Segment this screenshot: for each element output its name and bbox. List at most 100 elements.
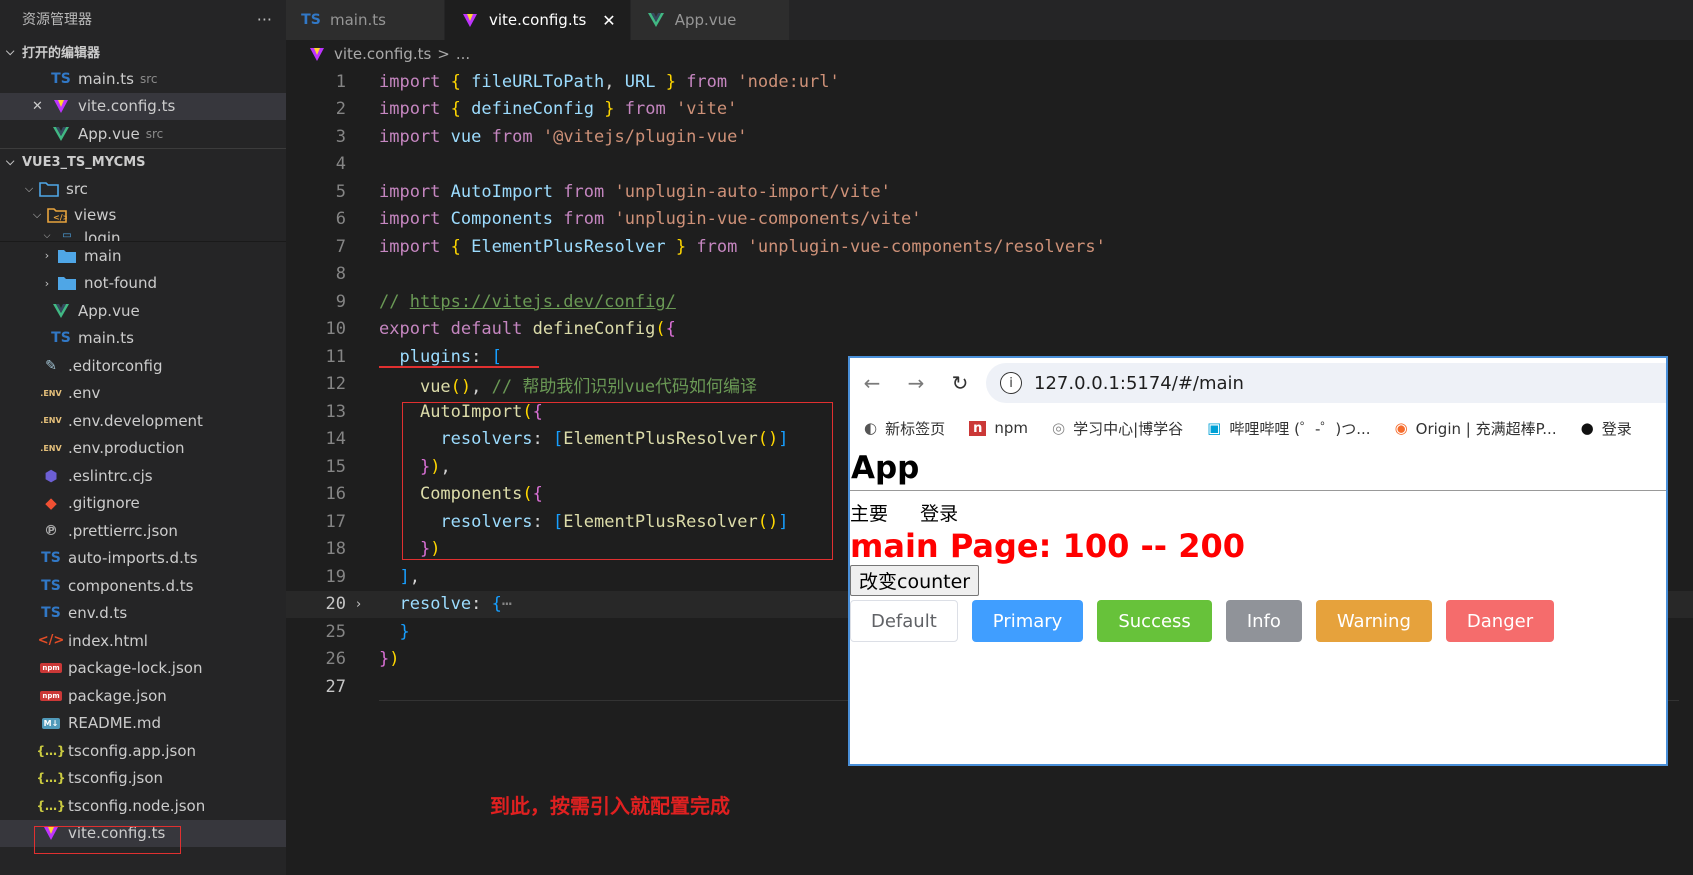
bookmark-item[interactable]: ◎ 学习中心|博学谷 xyxy=(1052,418,1183,439)
project-header[interactable]: ⌵ VUE3_TS_MYCMS xyxy=(0,149,286,176)
tree-file-env[interactable]: .ENV .env xyxy=(0,380,286,408)
tree-file-readme[interactable]: M↓ README.md xyxy=(0,710,286,738)
project-title: VUE3_TS_MYCMS xyxy=(22,154,146,170)
line-number: 19 xyxy=(325,566,346,587)
open-editor-hint: src xyxy=(145,126,164,141)
tree-file-auto-imports[interactable]: TS auto-imports.d.ts xyxy=(0,545,286,573)
vue-file-icon xyxy=(50,126,72,141)
address-bar[interactable]: i 127.0.0.1:5174/#/main xyxy=(986,363,1666,403)
open-editor-label: App.vue xyxy=(78,124,140,143)
success-button[interactable]: Success xyxy=(1097,600,1212,642)
info-button[interactable]: Info xyxy=(1225,600,1302,642)
tree-folder-src[interactable]: ⌵ src xyxy=(0,176,286,204)
tree-file-tsconfig-node[interactable]: {…} tsconfig.node.json xyxy=(0,792,286,820)
code-text: resolve: {⋯ xyxy=(399,594,513,615)
danger-button[interactable]: Danger xyxy=(1445,600,1555,642)
change-counter-button[interactable]: 改变counter xyxy=(850,565,980,596)
tree-file-editorconfig[interactable]: ✎ .editorconfig xyxy=(0,352,286,380)
open-editor-label: vite.config.ts xyxy=(78,97,176,116)
line-number: 2 xyxy=(335,99,346,120)
tree-folder-login[interactable]: ⌵ ▭ login xyxy=(0,227,286,241)
bookmark-label: 学习中心|博学谷 xyxy=(1073,419,1184,438)
tree-file-tsconfig[interactable]: {…} tsconfig.json xyxy=(0,765,286,793)
tree-file-package-lock[interactable]: npm package-lock.json xyxy=(0,655,286,683)
tree-label: .env.development xyxy=(68,411,203,430)
router-nav: 主要 登录 xyxy=(850,499,1666,527)
code-text: export default defineConfig({ xyxy=(379,319,676,340)
code-text: import { defineConfig } from 'vite' xyxy=(379,99,738,120)
page-content: App 主要 登录 main Page: 100 -- 200 改变counte… xyxy=(850,448,1666,642)
forward-arrow-icon[interactable]: → xyxy=(894,371,938,395)
chevron-right-icon[interactable]: › xyxy=(356,597,361,612)
tree-file-components-d[interactable]: TS components.d.ts xyxy=(0,572,286,600)
tree-file-app-vue[interactable]: App.vue xyxy=(0,297,286,325)
close-icon[interactable]: ✕ xyxy=(32,99,50,114)
tree-label: src xyxy=(66,180,88,199)
vite-file-icon xyxy=(459,12,481,28)
default-button[interactable]: Default xyxy=(850,600,958,642)
bookmark-item[interactable]: ● 登录 xyxy=(1581,418,1632,439)
typescript-file-icon: TS xyxy=(51,70,71,87)
bookmark-item[interactable]: ▣ 哔哩哔哩 (゜-゜)つ... xyxy=(1207,418,1370,439)
typescript-file-icon: TS xyxy=(51,330,71,347)
tab-vite-config[interactable]: vite.config.ts ✕ xyxy=(445,0,631,40)
nav-link-main[interactable]: 主要 xyxy=(850,503,888,525)
line-number: 3 xyxy=(335,126,346,147)
tree-file-gitignore[interactable]: ◆ .gitignore xyxy=(0,490,286,518)
code-text: import AutoImport from 'unplugin-auto-im… xyxy=(379,181,891,202)
open-editors-header[interactable]: ⌵ 打开的编辑器 xyxy=(0,38,286,65)
warning-button[interactable]: Warning xyxy=(1315,600,1432,642)
git-icon: ◆ xyxy=(45,494,57,513)
tree-label: package-lock.json xyxy=(68,659,203,678)
tree-file-package-json[interactable]: npm package.json xyxy=(0,682,286,710)
tree-file-env-development[interactable]: .ENV .env.development xyxy=(0,407,286,435)
open-editor-app-vue[interactable]: App.vue src xyxy=(0,120,286,148)
folded-ellipsis: ⋯ xyxy=(501,594,513,615)
config-link[interactable]: https://vitejs.dev/config/ xyxy=(410,292,676,312)
breadcrumb-file[interactable]: vite.config.ts xyxy=(334,45,431,63)
nav-link-login[interactable]: 登录 xyxy=(920,503,958,525)
bookmark-item[interactable]: ◐ 新标签页 xyxy=(864,418,945,439)
chevron-down-icon: ⌵ xyxy=(6,155,15,168)
tree-file-tsconfig-app[interactable]: {…} tsconfig.app.json xyxy=(0,737,286,765)
editor-tabs: TS main.ts vite.config.ts ✕ App.vue xyxy=(286,0,1693,40)
tree-folder-views[interactable]: ⌵ </> views xyxy=(0,203,286,227)
tree-label: components.d.ts xyxy=(68,576,194,595)
bookmark-item[interactable]: n npm xyxy=(969,419,1028,437)
bookmark-item[interactable]: ◉ Origin | 充满超棒P... xyxy=(1395,418,1557,439)
tree-file-index-html[interactable]: </> index.html xyxy=(0,627,286,655)
line-number: 14 xyxy=(325,429,346,450)
more-actions-icon[interactable]: ··· xyxy=(257,10,272,29)
chevron-down-icon: ⌵ xyxy=(43,231,51,241)
tab-label: App.vue xyxy=(674,11,737,29)
html-file-icon: </> xyxy=(37,633,65,649)
back-arrow-icon[interactable]: ← xyxy=(850,371,894,395)
tab-main-ts[interactable]: TS main.ts xyxy=(286,0,445,40)
tree-file-main-ts[interactable]: TS main.ts xyxy=(0,325,286,353)
tree-label: not-found xyxy=(84,274,157,293)
env-file-icon: .ENV xyxy=(40,443,62,453)
tree-file-prettierrc[interactable]: ℗ .prettierrc.json xyxy=(0,517,286,545)
tree-folder-main[interactable]: › main xyxy=(0,242,286,270)
open-editor-vite-config[interactable]: ✕ vite.config.ts xyxy=(0,92,286,120)
tree-folder-not-found[interactable]: › not-found xyxy=(0,270,286,298)
code-line: 7 import { ElementPlusResolver } from 'u… xyxy=(286,233,1693,261)
tree-file-env-production[interactable]: .ENV .env.production xyxy=(0,435,286,463)
reload-icon[interactable]: ↻ xyxy=(938,371,982,395)
typescript-file-icon: TS xyxy=(41,550,61,567)
line-number: 16 xyxy=(325,484,346,505)
open-editor-main-ts[interactable]: TS main.ts src xyxy=(0,65,286,93)
tree-file-eslintrc[interactable]: ⬢ .eslintrc.cjs xyxy=(0,462,286,490)
tree-file-env-d[interactable]: TS env.d.ts xyxy=(0,600,286,628)
line-number: 27 xyxy=(325,676,346,697)
breadcrumb-rest[interactable]: ... xyxy=(456,45,470,63)
code-text: } xyxy=(399,621,410,642)
tab-app-vue[interactable]: App.vue xyxy=(630,0,790,40)
bookmark-label: 新标签页 xyxy=(885,419,946,438)
code-text: }) xyxy=(379,649,400,670)
line-number: 7 xyxy=(335,236,346,257)
site-info-icon[interactable]: i xyxy=(1000,372,1022,394)
close-icon[interactable]: ✕ xyxy=(602,11,615,30)
primary-button[interactable]: Primary xyxy=(971,600,1084,642)
vue-file-icon xyxy=(645,13,667,27)
